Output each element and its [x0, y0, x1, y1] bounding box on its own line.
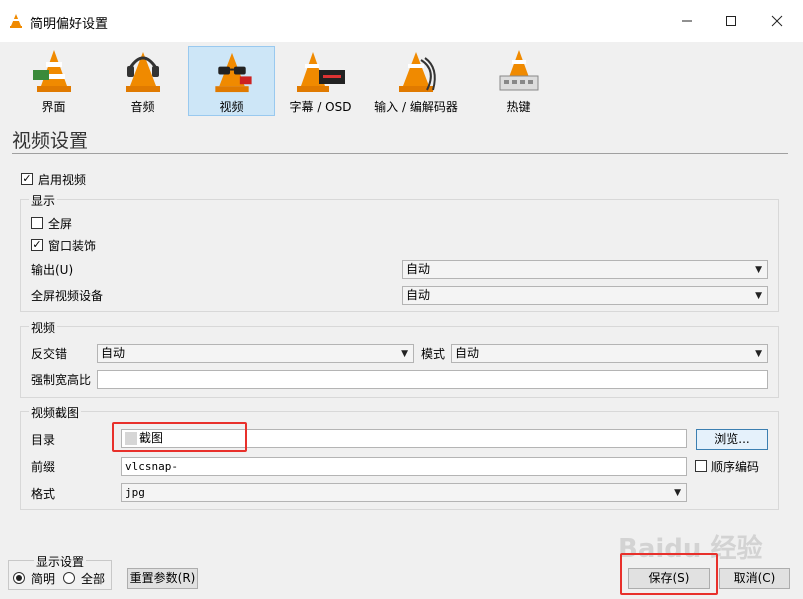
deinterlace-mode-value: 自动	[455, 346, 480, 360]
window-decorations-label: 窗口装饰	[48, 239, 97, 253]
audio-headphones-icon	[125, 52, 160, 92]
sequential-numbering-label: 顺序编码	[711, 460, 760, 474]
chevron-down-icon: ▼	[755, 265, 762, 275]
video-cone-glasses-icon	[214, 52, 252, 93]
deinterlace-select[interactable]: 自动 ▼	[97, 344, 414, 363]
aspect-ratio-input[interactable]	[97, 370, 768, 389]
show-settings-legend: 显示设置	[34, 553, 87, 570]
enable-video-label: 启用视频	[38, 173, 87, 187]
category-audio[interactable]: 音频	[99, 46, 186, 116]
aspect-ratio-label: 强制宽高比	[31, 373, 92, 387]
category-subtitles[interactable]: 字幕 / OSD	[277, 46, 364, 116]
format-value: jpg	[125, 486, 145, 499]
browse-button[interactable]: 浏览...	[696, 429, 768, 450]
category-interface[interactable]: 界面	[10, 46, 97, 116]
format-label: 格式	[31, 487, 56, 501]
category-hotkeys[interactable]: 热键	[475, 46, 562, 116]
deinterlace-mode-label: 模式	[421, 347, 446, 361]
minimize-button[interactable]	[674, 8, 700, 34]
snapshot-group-legend: 视频截图	[29, 404, 82, 421]
window-decorations-checkbox[interactable]: ✓	[31, 239, 43, 251]
output-select-value: 自动	[406, 262, 431, 276]
cancel-button[interactable]: 取消(C)	[719, 568, 790, 589]
directory-label: 目录	[31, 433, 56, 447]
page-title: 视频设置	[12, 130, 89, 152]
chevron-down-icon: ▼	[755, 291, 762, 301]
deinterlace-value: 自动	[101, 346, 126, 360]
enable-video-checkbox[interactable]: ✓	[21, 173, 33, 185]
all-radio[interactable]	[63, 572, 75, 584]
reset-preferences-button[interactable]: 重置参数(R)	[127, 568, 198, 589]
category-subtitles-label: 字幕 / OSD	[289, 100, 352, 114]
hotkeys-cone-icon	[499, 50, 538, 91]
category-input-codecs[interactable]: 输入 / 编解码器	[370, 46, 462, 116]
category-video-label: 视频	[219, 100, 244, 114]
fullscreen-device-value: 自动	[406, 288, 431, 302]
deinterlace-mode-select[interactable]: 自动 ▼	[451, 344, 768, 363]
directory-highlight-box	[112, 422, 247, 452]
vlc-logo-icon	[9, 13, 23, 32]
prefix-input[interactable]: vlcsnap-	[121, 457, 687, 476]
output-label: 输出(U)	[31, 263, 74, 277]
subtitles-cone-icon	[296, 52, 345, 92]
simple-radio[interactable]	[13, 572, 25, 584]
save-highlight-box	[620, 553, 718, 595]
codecs-cone-icon	[399, 52, 436, 92]
all-radio-label: 全部	[81, 572, 106, 586]
maximize-button[interactable]	[718, 8, 744, 34]
sequential-numbering-checkbox[interactable]	[695, 460, 707, 472]
fullscreen-checkbox[interactable]	[31, 217, 43, 229]
category-audio-label: 音频	[130, 100, 155, 114]
interface-cone-icon	[32, 50, 71, 92]
window-title: 简明偏好设置	[30, 17, 109, 32]
close-button[interactable]	[764, 8, 790, 34]
category-video[interactable]: 视频	[188, 46, 275, 116]
category-input-codecs-label: 输入 / 编解码器	[374, 100, 458, 114]
output-select[interactable]: 自动 ▼	[402, 260, 768, 279]
chevron-down-icon: ▼	[401, 349, 408, 359]
category-hotkeys-label: 热键	[506, 100, 531, 114]
deinterlace-label: 反交错	[31, 347, 68, 361]
video-group-legend: 视频	[29, 319, 58, 336]
fullscreen-label: 全屏	[48, 217, 73, 231]
chevron-down-icon: ▼	[755, 349, 762, 359]
simple-radio-label: 简明	[31, 572, 56, 586]
fullscreen-device-label: 全屏视频设备	[31, 289, 104, 303]
chevron-down-icon: ▼	[674, 488, 681, 498]
display-group-legend: 显示	[29, 192, 58, 209]
fullscreen-device-select[interactable]: 自动 ▼	[402, 286, 768, 305]
category-interface-label: 界面	[41, 100, 66, 114]
title-divider	[12, 153, 788, 154]
prefix-label: 前缀	[31, 460, 56, 474]
format-select[interactable]: jpg ▼	[121, 483, 687, 502]
